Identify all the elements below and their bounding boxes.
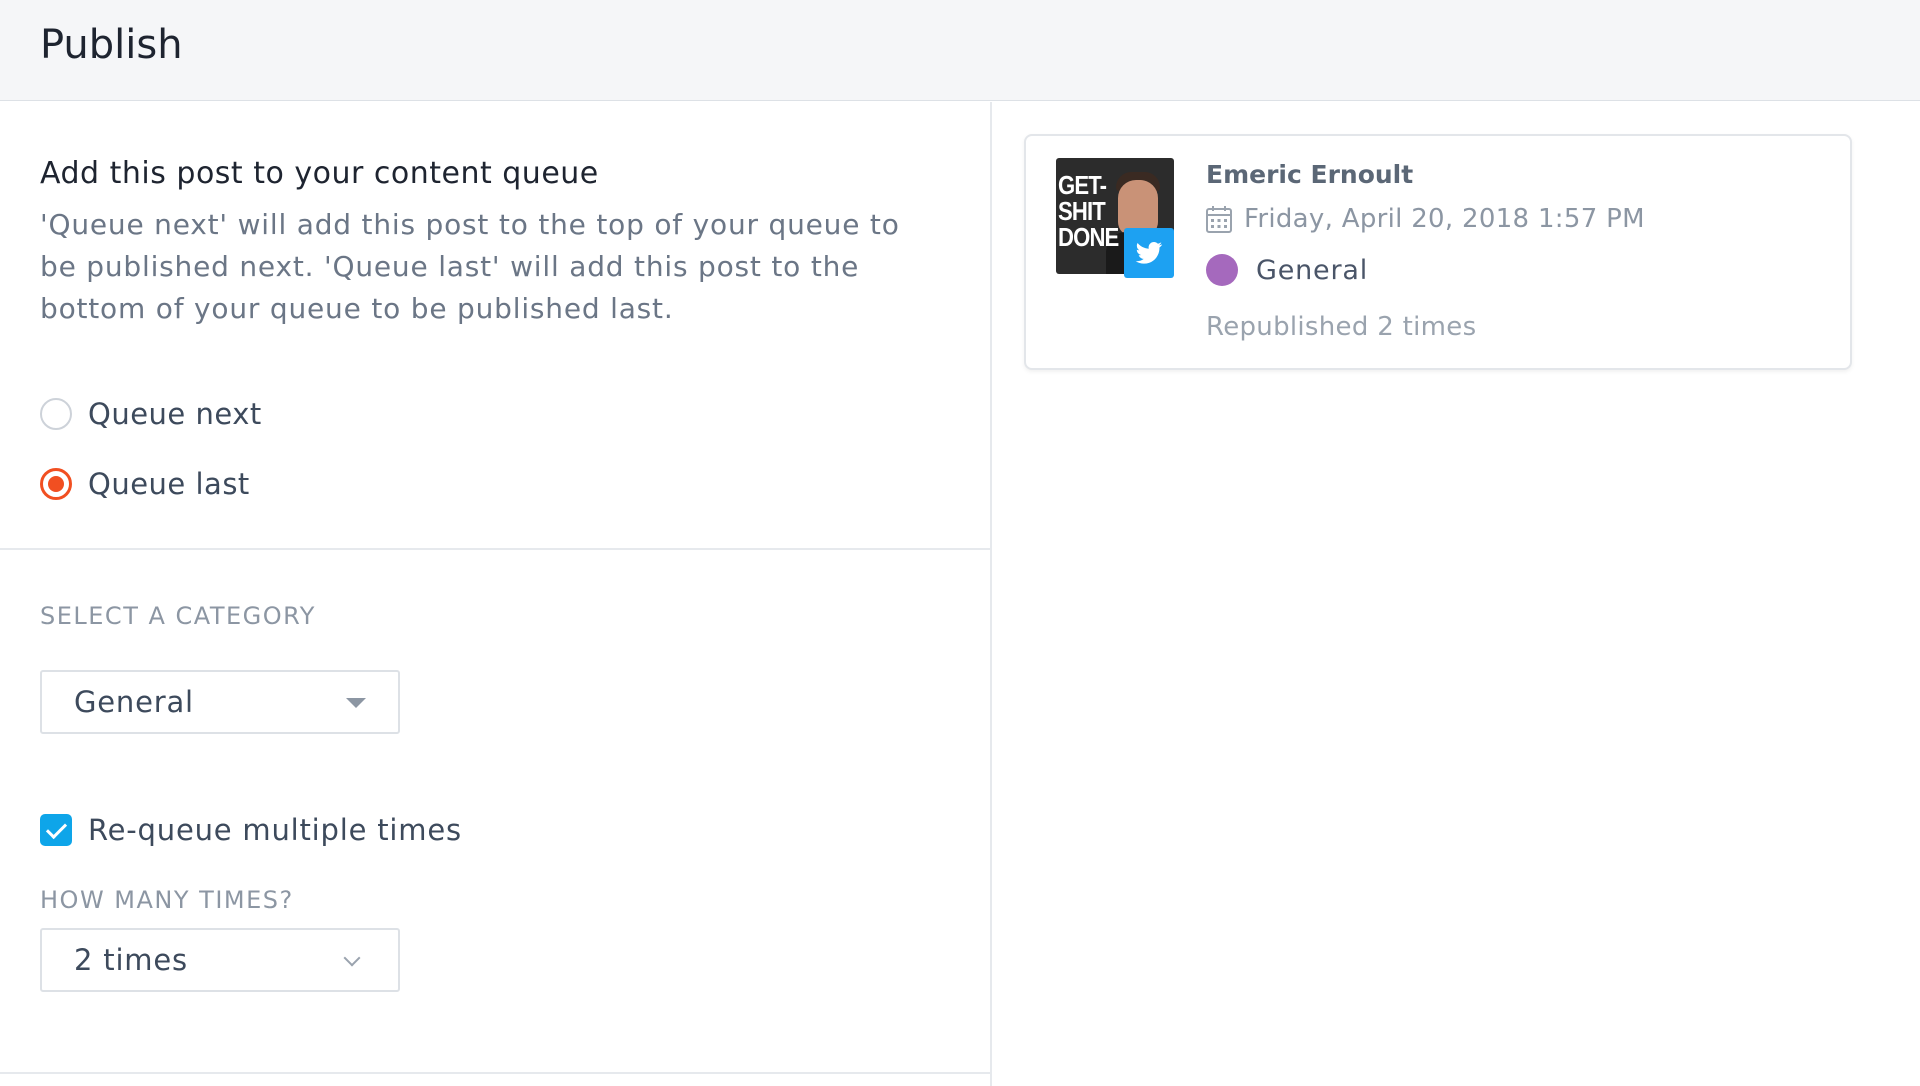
- calendar-icon: [1206, 206, 1232, 233]
- queue-section-description: 'Queue next' will add this post to the t…: [40, 208, 900, 325]
- avatar-text-line: DONE: [1058, 222, 1119, 252]
- avatar-text-line: SHIT: [1058, 196, 1106, 226]
- requeue-option[interactable]: Re-queue multiple times: [40, 810, 462, 850]
- queue-section-title: Add this post to your content queue: [40, 156, 599, 191]
- queue-last-option[interactable]: Queue last: [40, 464, 250, 504]
- section-divider: [0, 548, 992, 550]
- category-color-dot: [1206, 254, 1238, 286]
- avatar-text-line: GET-: [1058, 170, 1107, 200]
- requeue-label[interactable]: Re-queue multiple times: [88, 813, 462, 847]
- requeue-checkbox[interactable]: [40, 814, 72, 846]
- bottom-divider: [0, 1072, 992, 1074]
- chevron-down-icon: [343, 949, 361, 967]
- times-select[interactable]: 2 times: [40, 928, 400, 992]
- post-author: Emeric Ernoult: [1206, 160, 1414, 189]
- times-field-label: HOW MANY TIMES?: [40, 886, 294, 914]
- post-preview-panel: GET- SHIT DONE Emeric Ernoult Friday, Ap…: [994, 102, 1920, 1086]
- category-select-value: General: [74, 685, 194, 719]
- times-select-value: 2 times: [74, 943, 188, 977]
- page-title: Publish: [40, 22, 183, 68]
- caret-down-icon: [346, 698, 366, 708]
- page-header: Publish: [0, 0, 1920, 101]
- post-date-row: Friday, April 20, 2018 1:57 PM: [1206, 204, 1645, 234]
- twitter-icon: [1124, 228, 1174, 278]
- publish-options-panel: Add this post to your content queue 'Que…: [0, 102, 992, 1086]
- post-republished-count: Republished 2 times: [1206, 312, 1477, 342]
- post-date: Friday, April 20, 2018 1:57 PM: [1244, 204, 1645, 234]
- queue-last-label[interactable]: Queue last: [88, 467, 250, 501]
- post-category: General: [1256, 254, 1369, 286]
- category-select[interactable]: General: [40, 670, 400, 734]
- queue-next-option[interactable]: Queue next: [40, 394, 262, 434]
- post-preview-card: GET- SHIT DONE Emeric Ernoult Friday, Ap…: [1024, 134, 1852, 370]
- queue-last-radio[interactable]: [40, 468, 72, 500]
- queue-next-label[interactable]: Queue next: [88, 397, 262, 431]
- avatar-text: GET- SHIT DONE: [1058, 170, 1119, 252]
- category-field-label: SELECT A CATEGORY: [40, 602, 316, 630]
- post-category-row: General: [1206, 254, 1368, 286]
- queue-next-radio[interactable]: [40, 398, 72, 430]
